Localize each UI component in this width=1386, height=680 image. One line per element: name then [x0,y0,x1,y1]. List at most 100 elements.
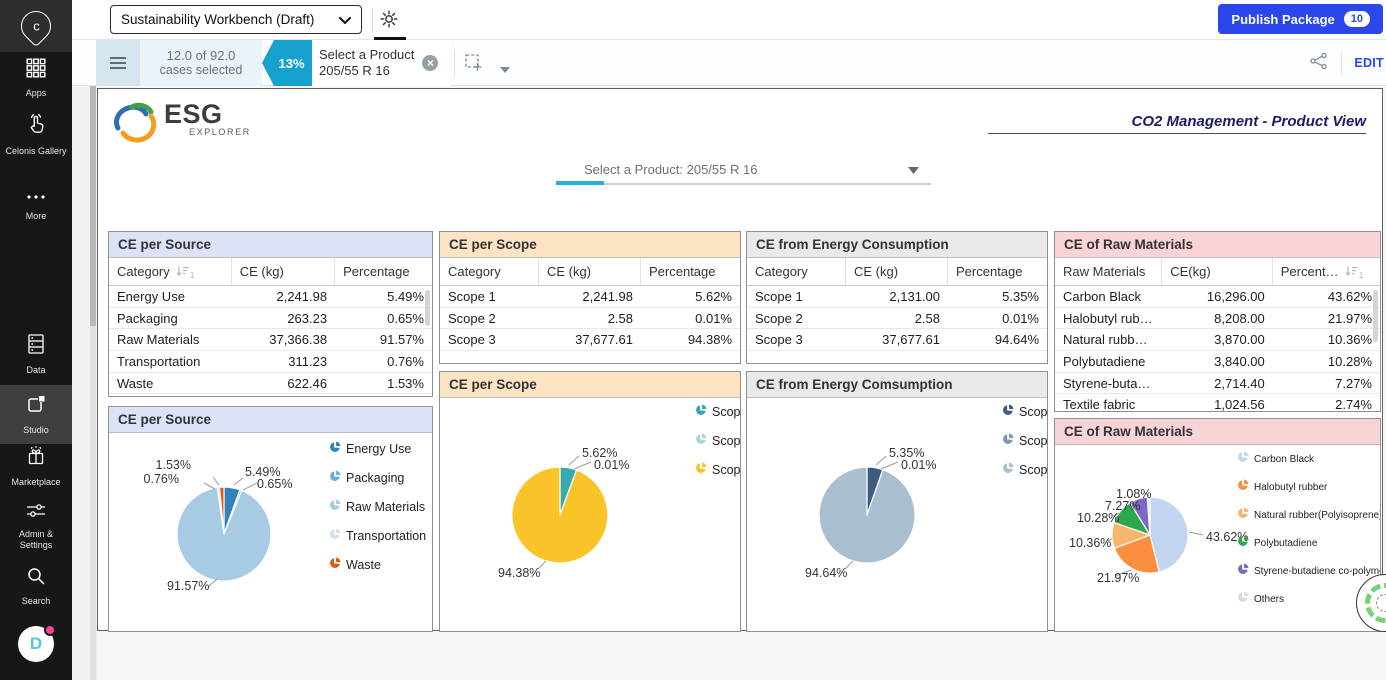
panel-ce-raw-materials-table: CE of Raw Materials Raw MaterialsCE(kg)P… [1054,231,1381,412]
table-cell: 37,366.38 [232,332,335,347]
clear-filter-icon[interactable]: × [422,55,438,71]
pie-slice[interactable] [512,467,608,563]
selection-dropdown-icon[interactable] [500,60,510,78]
table-row[interactable]: Raw Materials37,366.3891.57% [109,329,432,351]
edit-button[interactable]: EDIT [1354,56,1384,70]
sidebar-item-data[interactable]: Data [0,333,72,376]
workbench-selector[interactable]: Sustainability Workbench (Draft) [110,5,362,34]
table-row[interactable]: Transportation311.230.76% [109,351,432,373]
legend-item[interactable]: Carbon Black [1237,450,1381,468]
table-cell: 37,677.61 [539,332,641,347]
celonis-logo[interactable]: c [0,0,72,52]
table-row[interactable]: Natural rubbe…3,870.0010.36% [1055,329,1380,351]
legend-item[interactable]: Scope 1 [695,403,741,421]
product-filter-chip[interactable]: Select a Product 205/55 R 16 × [312,40,450,86]
table-row[interactable]: Textile fabric1,024.562.74% [1055,394,1380,412]
legend-item[interactable]: Halobutyl rubber [1237,478,1381,496]
column-header[interactable]: Percentage [641,258,740,285]
table-cell: Scope 2 [440,311,539,326]
panel-title: CE of Raw Materials [1055,419,1380,445]
column-header[interactable]: Percentage [948,258,1047,285]
settings-gear-icon[interactable] [380,10,398,33]
table-cell: Energy Use [109,289,232,304]
sidebar-item-studio[interactable]: Studio [0,385,72,444]
table-row[interactable]: Scope 337,677.6194.64% [747,329,1047,351]
table-row[interactable]: Waste622.461.53% [109,373,432,395]
column-header[interactable]: CE (kg) [232,258,335,285]
table-row[interactable]: Scope 12,241.985.62% [440,286,740,308]
share-icon[interactable] [1309,52,1329,75]
legend-item[interactable]: Scope 2 [1002,432,1048,450]
table-row[interactable]: Polybutadiene3,840.0010.28% [1055,351,1380,373]
notification-dot [44,624,56,636]
table-header-row: CategoryCE (kg)Percentage [747,258,1047,286]
column-header[interactable]: Category [440,258,539,285]
table-cell: 5.35% [948,289,1047,304]
table-cell: 2,131.00 [846,289,948,304]
table-header-row: Category1CE (kg)Percentage [109,258,432,286]
column-header[interactable]: Percentage [335,258,432,285]
table-header-row: CategoryCE (kg)Percentage [440,258,740,286]
panel-ce-per-source-table: CE per Source Category1CE (kg)Percentage… [108,231,433,397]
legend-item[interactable]: Scope 3 [1002,461,1048,479]
legend-item[interactable]: Packaging [329,469,426,487]
pie-slice[interactable] [819,467,915,563]
legend-item[interactable]: Styrene-butadiene co-polymer [1237,562,1381,580]
table-cell: Scope 3 [747,332,846,347]
table-cell: 0.76% [335,354,432,369]
user-avatar[interactable]: D [0,626,72,662]
sidebar-item-celonis-gallery[interactable]: Celonis Gallery [0,112,72,157]
table-row[interactable]: Packaging263.230.65% [109,308,432,330]
legend-item[interactable]: Raw Materials [329,498,426,516]
table-scrollbar-thumb[interactable] [1373,290,1378,342]
pie-glyph-icon [329,527,341,545]
legend-item[interactable]: Transportation [329,527,426,545]
column-header[interactable]: CE (kg) [846,258,948,285]
sidebar-item-apps[interactable]: Apps [0,58,72,99]
table-cell: 1.53% [335,376,432,391]
table-scrollbar-thumb[interactable] [425,290,430,326]
column-header[interactable]: Category [747,258,846,285]
pie-label: 10.36% [1069,536,1111,550]
column-header[interactable]: CE (kg) [539,258,641,285]
legend-item[interactable]: Scope 3 [695,461,741,479]
chevron-down-icon [339,12,351,27]
table-row[interactable]: Halobutyl rub…8,208.0021.97% [1055,308,1380,330]
product-select-dropdown[interactable]: Select a Product: 205/55 R 16 [556,155,931,185]
pie-legend: Energy Use Packaging Raw Materials Transpor… [329,440,426,574]
panel-title: CE from Energy Comsumption [747,372,1047,398]
panel-title: CE from Energy Consumption [747,232,1047,258]
column-header[interactable]: Raw Materials [1055,258,1162,285]
pie-label: 21.97% [1097,571,1139,585]
table-row[interactable]: Energy Use2,241.985.49% [109,286,432,308]
legend-item[interactable]: Scope 2 [695,432,741,450]
legend-item[interactable]: Waste [329,556,426,574]
column-header[interactable]: Percent…1 [1273,258,1380,285]
pie-legend: Scope 1 Scope 2 Scope 3 [1002,403,1048,479]
sidebar-item-more[interactable]: More [0,188,72,222]
table-cell: Scope 1 [440,289,539,304]
panel-title: CE per Scope [440,232,740,258]
panel-ce-per-scope-pie: CE per Scope 5.62% 0.01% 94.38% Scope 1S… [439,371,741,632]
sidebar-item-admin-settings[interactable]: Admin & Settings [0,502,72,551]
table-row[interactable]: Scope 22.580.01% [440,308,740,330]
legend-item[interactable]: Natural rubber(Polyisoprene) [1237,506,1381,524]
publish-package-button[interactable]: Publish Package 10 [1218,4,1383,34]
header-divider [372,8,373,32]
table-row[interactable]: Scope 22.580.01% [747,308,1047,330]
sidebar-item-marketplace[interactable]: Marketplace [0,445,72,488]
table-row[interactable]: Scope 12,131.005.35% [747,286,1047,308]
legend-item[interactable]: Energy Use [329,440,426,458]
legend-item[interactable]: Scope 1 [1002,403,1048,421]
page-title: CO2 Management - Product View [1132,113,1367,130]
add-selection-icon[interactable] [464,53,484,78]
table-row[interactable]: Carbon Black16,296.0043.62% [1055,286,1380,308]
table-row[interactable]: Scope 337,677.6194.38% [440,329,740,351]
scrollbar-thumb[interactable] [90,86,96,326]
menu-button[interactable] [96,40,140,86]
column-header[interactable]: CE(kg) [1162,258,1273,285]
column-header[interactable]: Category1 [109,258,232,285]
sidebar-item-search[interactable]: Search [0,566,72,607]
legend-item[interactable]: Polybutadiene [1237,534,1381,552]
table-row[interactable]: Styrene-buta…2,714.407.27% [1055,373,1380,395]
